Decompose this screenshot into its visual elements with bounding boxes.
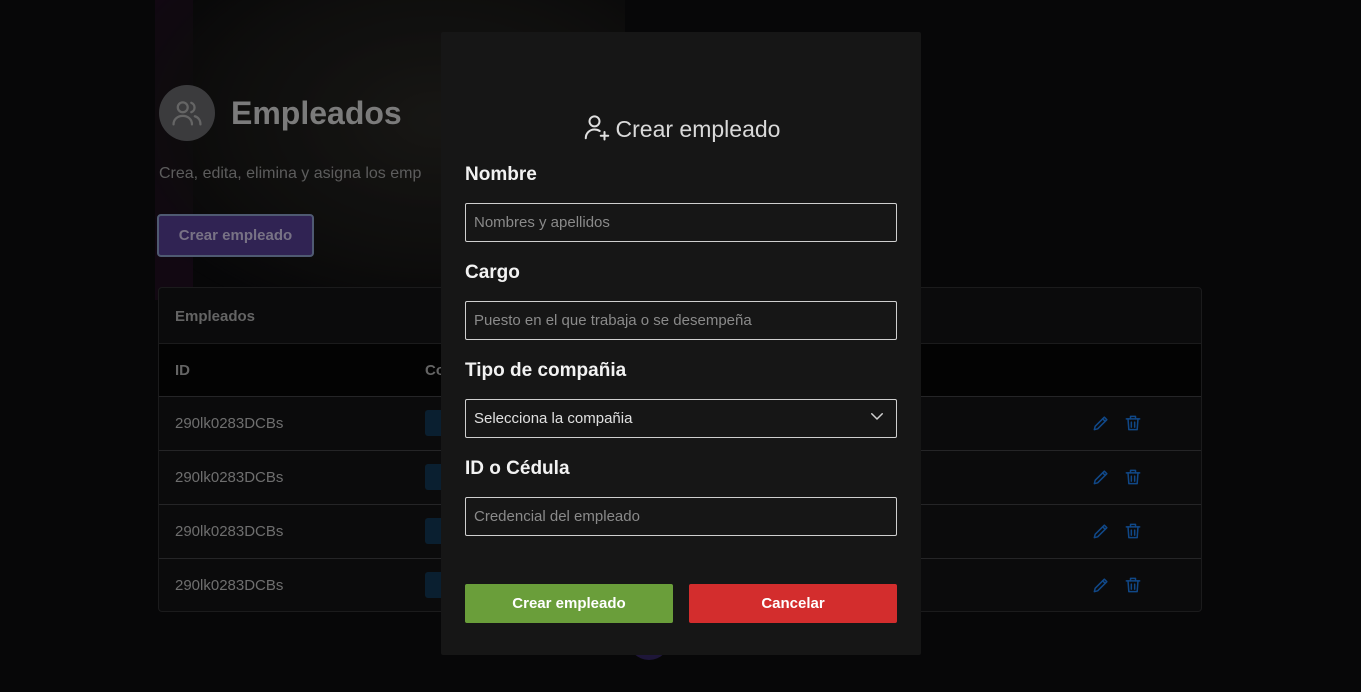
create-employee-modal: Crear empleado Nombre Cargo Tipo de comp… [441,32,921,655]
cargo-label: Cargo [465,262,520,283]
compania-select[interactable]: Selecciona la compañia [465,399,897,438]
submit-create-button[interactable]: Crear empleado [465,584,673,623]
cancel-button[interactable]: Cancelar [689,584,897,623]
nombre-input[interactable] [465,203,897,242]
compania-label: Tipo de compañia [465,360,627,381]
modal-header: Crear empleado [441,112,921,147]
modal-title: Crear empleado [615,116,781,142]
cargo-input[interactable] [465,301,897,340]
user-plus-icon [582,112,616,147]
cedula-input[interactable] [465,497,897,536]
compania-select-value: Selecciona la compañia [474,410,633,427]
cedula-label: ID o Cédula [465,458,570,479]
nombre-label: Nombre [465,164,537,185]
chevron-down-icon [868,407,888,430]
